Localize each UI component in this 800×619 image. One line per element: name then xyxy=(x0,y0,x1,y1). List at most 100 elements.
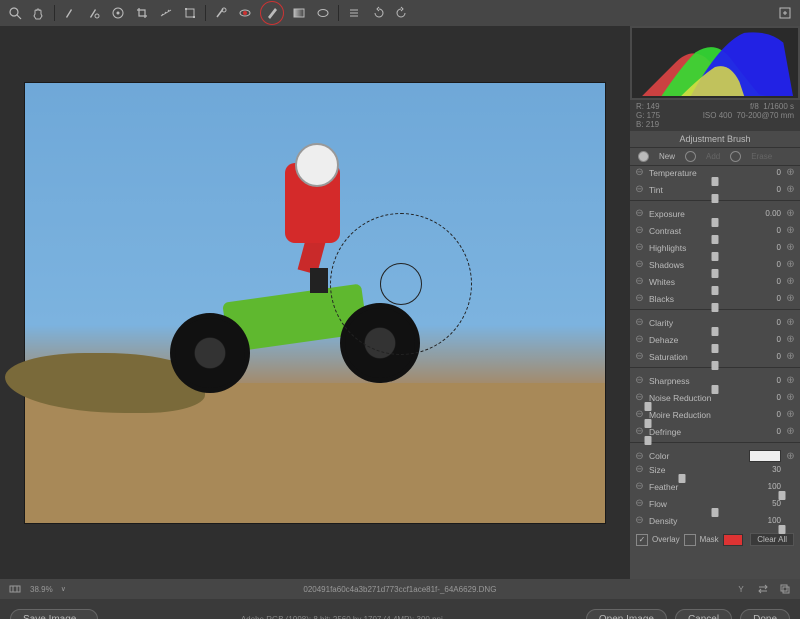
slider-value[interactable]: 0.00 xyxy=(755,209,781,218)
color-swatch[interactable] xyxy=(749,450,781,462)
minus-icon[interactable]: ⊖ xyxy=(634,259,645,270)
slider-thumb[interactable] xyxy=(712,235,719,244)
minus-icon[interactable]: ⊖ xyxy=(634,392,645,403)
minus-icon[interactable]: ⊖ xyxy=(634,184,645,195)
slider-thumb[interactable] xyxy=(712,327,719,336)
plus-icon[interactable]: ⊕ xyxy=(785,334,796,345)
slider-value[interactable]: 50 xyxy=(755,499,781,508)
zoom-level[interactable]: 38.9% xyxy=(30,585,53,594)
plus-icon[interactable]: ⊕ xyxy=(785,242,796,253)
transform-tool-icon[interactable] xyxy=(181,4,199,22)
slider-value[interactable]: 0 xyxy=(755,335,781,344)
slider-value[interactable]: 0 xyxy=(755,427,781,436)
slider-thumb[interactable] xyxy=(779,491,786,500)
plus-icon[interactable]: ⊕ xyxy=(785,451,796,462)
minus-icon[interactable]: ⊖ xyxy=(634,451,645,462)
slider-thumb[interactable] xyxy=(678,474,685,483)
slider-thumb[interactable] xyxy=(645,402,652,411)
workflow-link[interactable]: Adobe RGB (1998); 8 bit; 2560 by 1707 (4… xyxy=(106,615,578,619)
targeted-adjustment-tool-icon[interactable] xyxy=(109,4,127,22)
minus-icon[interactable]: ⊖ xyxy=(634,464,645,475)
minus-icon[interactable]: ⊖ xyxy=(634,515,645,526)
slider-thumb[interactable] xyxy=(645,436,652,445)
slider-thumb[interactable] xyxy=(712,252,719,261)
red-eye-tool-icon[interactable] xyxy=(236,4,254,22)
slider-thumb[interactable] xyxy=(779,525,786,534)
graduated-filter-tool-icon[interactable] xyxy=(290,4,308,22)
copy-settings-icon[interactable] xyxy=(778,582,792,596)
white-balance-tool-icon[interactable] xyxy=(61,4,79,22)
mask-checkbox[interactable] xyxy=(684,534,696,546)
slider-value[interactable]: 30 xyxy=(755,465,781,474)
radio-add[interactable] xyxy=(685,151,696,162)
minus-icon[interactable]: ⊖ xyxy=(634,375,645,386)
plus-icon[interactable]: ⊕ xyxy=(785,351,796,362)
slider-value[interactable]: 0 xyxy=(755,277,781,286)
slider-thumb[interactable] xyxy=(712,218,719,227)
color-sampler-tool-icon[interactable] xyxy=(85,4,103,22)
plus-icon[interactable]: ⊕ xyxy=(785,375,796,386)
crop-tool-icon[interactable] xyxy=(133,4,151,22)
plus-icon[interactable]: ⊕ xyxy=(785,208,796,219)
swap-icon[interactable] xyxy=(756,582,770,596)
minus-icon[interactable]: ⊖ xyxy=(634,276,645,287)
slider-thumb[interactable] xyxy=(712,303,719,312)
slider-thumb[interactable] xyxy=(712,344,719,353)
mask-color-swatch[interactable] xyxy=(723,534,743,546)
slider-value[interactable]: 0 xyxy=(755,226,781,235)
open-image-button[interactable]: Open Image xyxy=(586,609,667,619)
cancel-button[interactable]: Cancel xyxy=(675,609,732,619)
minus-icon[interactable]: ⊖ xyxy=(634,317,645,328)
plus-icon[interactable]: ⊕ xyxy=(785,167,796,178)
slider-value[interactable]: 100 xyxy=(755,516,781,525)
slider-thumb[interactable] xyxy=(712,508,719,517)
preferences-icon[interactable] xyxy=(345,4,363,22)
slider-value[interactable]: 0 xyxy=(755,393,781,402)
minus-icon[interactable]: ⊖ xyxy=(634,498,645,509)
slider-thumb[interactable] xyxy=(712,385,719,394)
radial-filter-tool-icon[interactable] xyxy=(314,4,332,22)
minus-icon[interactable]: ⊖ xyxy=(634,334,645,345)
hand-tool-icon[interactable] xyxy=(30,4,48,22)
slider-thumb[interactable] xyxy=(712,286,719,295)
plus-icon[interactable]: ⊕ xyxy=(785,426,796,437)
slider-thumb[interactable] xyxy=(712,177,719,186)
slider-value[interactable]: 0 xyxy=(755,376,781,385)
straighten-tool-icon[interactable] xyxy=(157,4,175,22)
slider-value[interactable]: 0 xyxy=(755,410,781,419)
save-image-button[interactable]: Save Image... xyxy=(10,609,98,619)
plus-icon[interactable]: ⊕ xyxy=(785,409,796,420)
minus-icon[interactable]: ⊖ xyxy=(634,409,645,420)
canvas-area[interactable] xyxy=(0,26,630,579)
plus-icon[interactable]: ⊕ xyxy=(785,225,796,236)
minus-icon[interactable]: ⊖ xyxy=(634,351,645,362)
minus-icon[interactable]: ⊖ xyxy=(634,242,645,253)
plus-icon[interactable]: ⊕ xyxy=(785,392,796,403)
slider-value[interactable]: 0 xyxy=(755,260,781,269)
before-after-icon[interactable]: Y xyxy=(734,582,748,596)
adjustment-brush-tool-icon[interactable] xyxy=(260,1,284,25)
slider-value[interactable]: 100 xyxy=(755,482,781,491)
spot-removal-tool-icon[interactable] xyxy=(212,4,230,22)
histogram[interactable] xyxy=(632,28,798,98)
radio-erase[interactable] xyxy=(730,151,741,162)
rotate-cw-icon[interactable] xyxy=(393,4,411,22)
fullscreen-toggle-icon[interactable] xyxy=(776,4,794,22)
clear-all-button[interactable]: Clear All xyxy=(750,533,794,546)
plus-icon[interactable]: ⊕ xyxy=(785,293,796,304)
minus-icon[interactable]: ⊖ xyxy=(634,208,645,219)
plus-icon[interactable]: ⊕ xyxy=(785,259,796,270)
slider-value[interactable]: 0 xyxy=(755,185,781,194)
minus-icon[interactable]: ⊖ xyxy=(634,293,645,304)
plus-icon[interactable]: ⊕ xyxy=(785,184,796,195)
plus-icon[interactable]: ⊕ xyxy=(785,317,796,328)
rotate-ccw-icon[interactable] xyxy=(369,4,387,22)
done-button[interactable]: Done xyxy=(740,609,790,619)
slider-thumb[interactable] xyxy=(712,361,719,370)
slider-thumb[interactable] xyxy=(645,419,652,428)
minus-icon[interactable]: ⊖ xyxy=(634,481,645,492)
plus-icon[interactable]: ⊕ xyxy=(785,276,796,287)
overlay-checkbox[interactable] xyxy=(636,534,648,546)
slider-value[interactable]: 0 xyxy=(755,318,781,327)
slider-value[interactable]: 0 xyxy=(755,294,781,303)
